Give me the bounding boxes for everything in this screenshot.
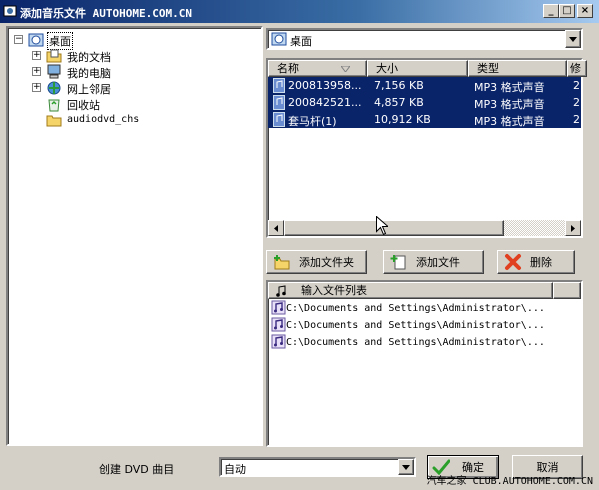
add-file-icon — [390, 255, 406, 270]
delete-button[interactable]: 删除 — [497, 250, 575, 274]
expand-icon[interactable]: + — [32, 83, 41, 92]
horizontal-scrollbar[interactable] — [268, 220, 581, 236]
tree-item-label: 回收站 — [67, 99, 100, 112]
tree-item-recycle-bin[interactable]: 回收站 — [46, 96, 246, 112]
audio-file-icon — [273, 78, 285, 93]
input-file-list[interactable]: 输入文件列表 C:\Documents and Settings\Adminis… — [266, 280, 583, 447]
music-file-icon — [271, 300, 286, 315]
music-file-icon — [271, 317, 286, 332]
column-header-modified[interactable]: 修 — [567, 60, 587, 77]
scroll-left-icon[interactable] — [268, 220, 284, 236]
input-list-header-extra — [553, 282, 581, 299]
expand-icon[interactable]: + — [32, 67, 41, 76]
tree-item-network[interactable]: + 网上邻居 — [32, 80, 232, 96]
tree-item-label: audiodvd_chs — [67, 114, 140, 125]
scroll-thumb[interactable] — [284, 220, 504, 236]
audio-file-icon — [273, 112, 285, 127]
add-file-button[interactable]: 添加文件 — [383, 250, 484, 274]
track-mode-value: 自动 — [224, 463, 246, 476]
scroll-right-icon[interactable] — [565, 220, 581, 236]
minimize-button[interactable]: _ — [543, 4, 559, 18]
column-header-name[interactable]: 名称 — [268, 60, 367, 77]
tree-item-my-computer[interactable]: + 我的电脑 — [32, 64, 232, 80]
add-folder-button[interactable]: 添加文件夹 — [266, 250, 367, 274]
file-row[interactable]: 200842521... 4,857 KB MP3 格式声音 2 — [268, 94, 581, 111]
location-value: 桌面 — [290, 35, 312, 48]
network-icon — [47, 81, 61, 95]
tree-item-label: 我的电脑 — [67, 67, 111, 80]
close-button[interactable]: × — [577, 4, 593, 18]
input-list-header[interactable]: 输入文件列表 — [268, 282, 553, 299]
tree-item-label: 我的文档 — [67, 51, 111, 64]
expand-icon[interactable]: + — [32, 51, 41, 60]
tree-item-audiodvd[interactable]: audiodvd_chs — [46, 112, 246, 128]
dropdown-arrow-icon[interactable] — [565, 30, 581, 48]
column-header-size[interactable]: 大小 — [367, 60, 468, 77]
file-row[interactable]: 套马杆(1) 10,912 KB MP3 格式声音 2 — [268, 111, 581, 128]
recycle-bin-icon — [48, 99, 60, 112]
tree-item-desktop[interactable]: − 桌面 — [14, 32, 234, 50]
maximize-button[interactable]: □ — [559, 4, 575, 18]
watermark: 汽车之家 CLUB.AUTOHOME.COM.CN — [426, 476, 593, 487]
file-list[interactable]: 名称 大小 类型 修 200813958... 7,156 KB MP3 格式声… — [266, 58, 587, 238]
title-bar[interactable]: 添加音乐文件 AUTOHOME.COM.CN _ □ × — [0, 0, 599, 23]
app-icon — [3, 5, 17, 17]
file-row[interactable]: 200813958... 7,156 KB MP3 格式声音 2 — [268, 77, 581, 94]
computer-icon — [47, 64, 61, 79]
folder-tree[interactable]: − 桌面 + 我的文档 + 我的电脑 + 网上邻居 回收站 audiodvd_c… — [6, 26, 263, 446]
audio-file-icon — [273, 95, 285, 110]
music-note-icon — [276, 285, 286, 297]
tree-item-my-documents[interactable]: + 我的文档 — [32, 48, 232, 64]
track-mode-dropdown[interactable]: 自动 — [219, 457, 416, 477]
tree-item-label: 网上邻居 — [67, 83, 111, 96]
dropdown-arrow-icon[interactable] — [398, 459, 414, 475]
add-folder-icon — [274, 255, 290, 270]
music-file-icon — [271, 334, 286, 349]
delete-icon — [505, 254, 521, 270]
sort-desc-icon — [341, 66, 350, 72]
folder-icon — [46, 115, 62, 127]
location-dropdown[interactable]: 桌面 — [266, 28, 583, 50]
collapse-icon[interactable]: − — [14, 35, 23, 44]
create-dvd-track-label: 创建 DVD 曲目 — [99, 463, 175, 476]
column-header-type[interactable]: 类型 — [468, 60, 567, 77]
window-title: 添加音乐文件 AUTOHOME.COM.CN — [20, 7, 192, 20]
desktop-icon — [271, 32, 287, 46]
desktop-icon — [28, 33, 44, 47]
folder-documents-icon — [46, 49, 62, 63]
mouse-cursor-icon — [376, 216, 388, 236]
